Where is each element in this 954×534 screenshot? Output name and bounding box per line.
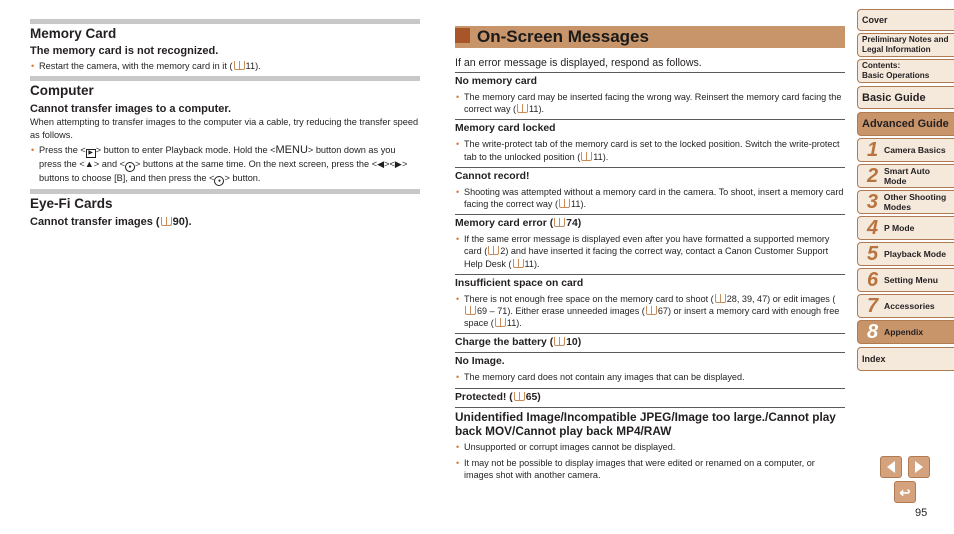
item-heading: The memory card is not recognized. xyxy=(30,45,219,57)
message-heading: Charge the battery (10) xyxy=(455,333,845,349)
book-ref-icon xyxy=(513,391,525,401)
list-item: • Restart the camera, with the memory ca… xyxy=(31,61,261,71)
prev-arrow-icon xyxy=(887,461,895,473)
list-item: • The memory card may be inserted facing … xyxy=(456,92,842,115)
prev-page-button[interactable] xyxy=(880,456,902,478)
page-ref-link[interactable]: 11 xyxy=(507,318,516,328)
func-set-button-icon: ● xyxy=(214,175,225,186)
nav-basic-guide[interactable]: Basic Guide xyxy=(857,86,954,109)
page-ref-link[interactable]: 11 xyxy=(529,104,538,114)
page-title: On-Screen Messages xyxy=(477,27,649,46)
right-arrow-icon: ▶ xyxy=(394,158,402,169)
list-item: • Shooting was attempted without a memory… xyxy=(456,186,844,210)
bullet-icon: • xyxy=(456,372,460,383)
section-title-eye-fi: Eye-Fi Cards xyxy=(30,195,113,211)
nav-chapter-8[interactable]: 8 Appendix xyxy=(857,320,954,344)
nav-advanced-guide[interactable]: Advanced Guide xyxy=(857,112,954,136)
page-title-bar: On-Screen Messages xyxy=(455,26,845,48)
title-square-icon xyxy=(455,27,470,43)
list-item: • Press the < ▶ > button to enter Playback… xyxy=(31,143,408,186)
section-title-memory-card: Memory Card xyxy=(30,26,117,41)
bullet-icon: • xyxy=(456,139,460,150)
message-heading: Memory card locked xyxy=(455,119,845,135)
page-ref-link[interactable]: 11 xyxy=(246,61,256,71)
list-item: • If the same error message is displayed … xyxy=(456,234,830,269)
nav-chapter-5[interactable]: 5 Playback Mode xyxy=(857,242,954,266)
nav-cover[interactable]: Cover xyxy=(857,9,954,31)
bullet-icon: • xyxy=(456,234,460,245)
nav-chapter-1[interactable]: 1 Camera Basics xyxy=(857,138,954,162)
nav-chapter-4[interactable]: 4P Mode xyxy=(857,216,954,240)
item-heading: Cannot transfer images to a computer. xyxy=(30,103,232,116)
message-heading: Insufficient space on card xyxy=(455,273,845,290)
nav-preliminary-notes[interactable]: Preliminary Notes and Legal Information xyxy=(857,33,954,57)
book-ref-icon xyxy=(559,199,571,209)
return-button[interactable]: ↩ xyxy=(894,481,916,503)
next-arrow-icon xyxy=(915,461,923,473)
bullet-icon: • xyxy=(456,457,460,468)
book-ref-icon xyxy=(512,258,524,268)
section-title-computer: Computer xyxy=(30,83,94,99)
list-item: • Unsupported or corrupt images cannot be… xyxy=(456,441,676,452)
message-heading: Memory card error (74) xyxy=(455,214,845,230)
up-arrow-icon: ▲ xyxy=(84,158,94,169)
message-heading: Unidentified Image/Incompatible JPEG/Ima… xyxy=(455,406,845,438)
nav-contents[interactable]: Contents: Basic Operations xyxy=(857,59,954,83)
book-ref-icon xyxy=(494,318,506,328)
page-ref-link[interactable]: 11 xyxy=(593,152,602,162)
book-ref-icon xyxy=(465,306,476,316)
menu-button-label: MENU xyxy=(275,143,308,156)
list-item: • The memory card does not contain any im… xyxy=(456,372,745,383)
nav-chapter-6[interactable]: 6 Setting Menu xyxy=(857,268,954,292)
return-icon: ↩ xyxy=(899,484,911,500)
nav-chapter-7[interactable]: 7 Accessories xyxy=(857,294,954,318)
chapter-nav: Cover Preliminary Notes and Legal Inform… xyxy=(857,9,954,373)
left-column: Memory Card The memory card is not recog… xyxy=(30,19,420,229)
section-divider xyxy=(30,76,420,82)
page-number: 95 xyxy=(915,507,928,519)
item-heading: Cannot transfer images (90). xyxy=(30,215,192,228)
message-heading: Cannot record! xyxy=(455,166,845,183)
list-item: • The write-protect tab of the memory car… xyxy=(456,139,840,162)
playback-button-icon: ▶ xyxy=(85,148,96,158)
book-ref-icon xyxy=(517,104,529,114)
bullet-icon: • xyxy=(456,293,460,304)
section-divider xyxy=(30,19,420,24)
page-ref-link[interactable]: 74 xyxy=(566,218,578,229)
page-ref-link[interactable]: 90 xyxy=(173,216,185,228)
bullet-icon: • xyxy=(31,61,35,71)
nav-index[interactable]: Index xyxy=(857,347,954,371)
nav-chapter-2[interactable]: 2 Smart Auto Mode xyxy=(857,164,954,188)
book-ref-icon xyxy=(233,61,245,70)
book-ref-icon xyxy=(581,151,593,161)
book-ref-icon xyxy=(160,216,172,226)
section-divider xyxy=(30,188,420,194)
book-ref-icon xyxy=(645,306,657,316)
func-set-button-icon: ● xyxy=(124,161,135,172)
bullet-icon: • xyxy=(456,92,460,102)
bullet-icon: • xyxy=(456,441,460,452)
book-ref-icon xyxy=(554,218,566,228)
page-ref-link[interactable]: 65 xyxy=(526,392,538,403)
page-ref-link[interactable]: 10 xyxy=(566,337,578,348)
next-page-button[interactable] xyxy=(908,456,930,478)
message-heading: Protected! (65) xyxy=(455,387,845,404)
bullet-icon: • xyxy=(31,144,35,155)
bullet-icon: • xyxy=(456,186,460,197)
intro-text: If an error message is displayed, respon… xyxy=(455,57,702,69)
page-ref-link[interactable]: 28, 39, 47 xyxy=(727,294,767,304)
message-heading: No Image. xyxy=(455,352,845,368)
item-body: When attempting to transfer images to th… xyxy=(30,117,419,140)
list-item: • There is not enough free space on the m… xyxy=(456,293,840,329)
page-ref-link[interactable]: 67 xyxy=(658,306,668,316)
main-column: On-Screen Messages If an error message i… xyxy=(455,26,845,485)
message-heading: No memory card xyxy=(455,72,845,88)
book-ref-icon xyxy=(488,246,500,256)
book-ref-icon xyxy=(554,337,566,347)
list-item: • It may not be possible to display image… xyxy=(456,457,815,481)
page-ref-link[interactable]: 11 xyxy=(525,259,534,269)
page-ref-link[interactable]: 69 – 71 xyxy=(477,306,507,316)
book-ref-icon xyxy=(714,293,726,303)
nav-chapter-3[interactable]: 3 Other Shooting Modes xyxy=(857,190,954,214)
